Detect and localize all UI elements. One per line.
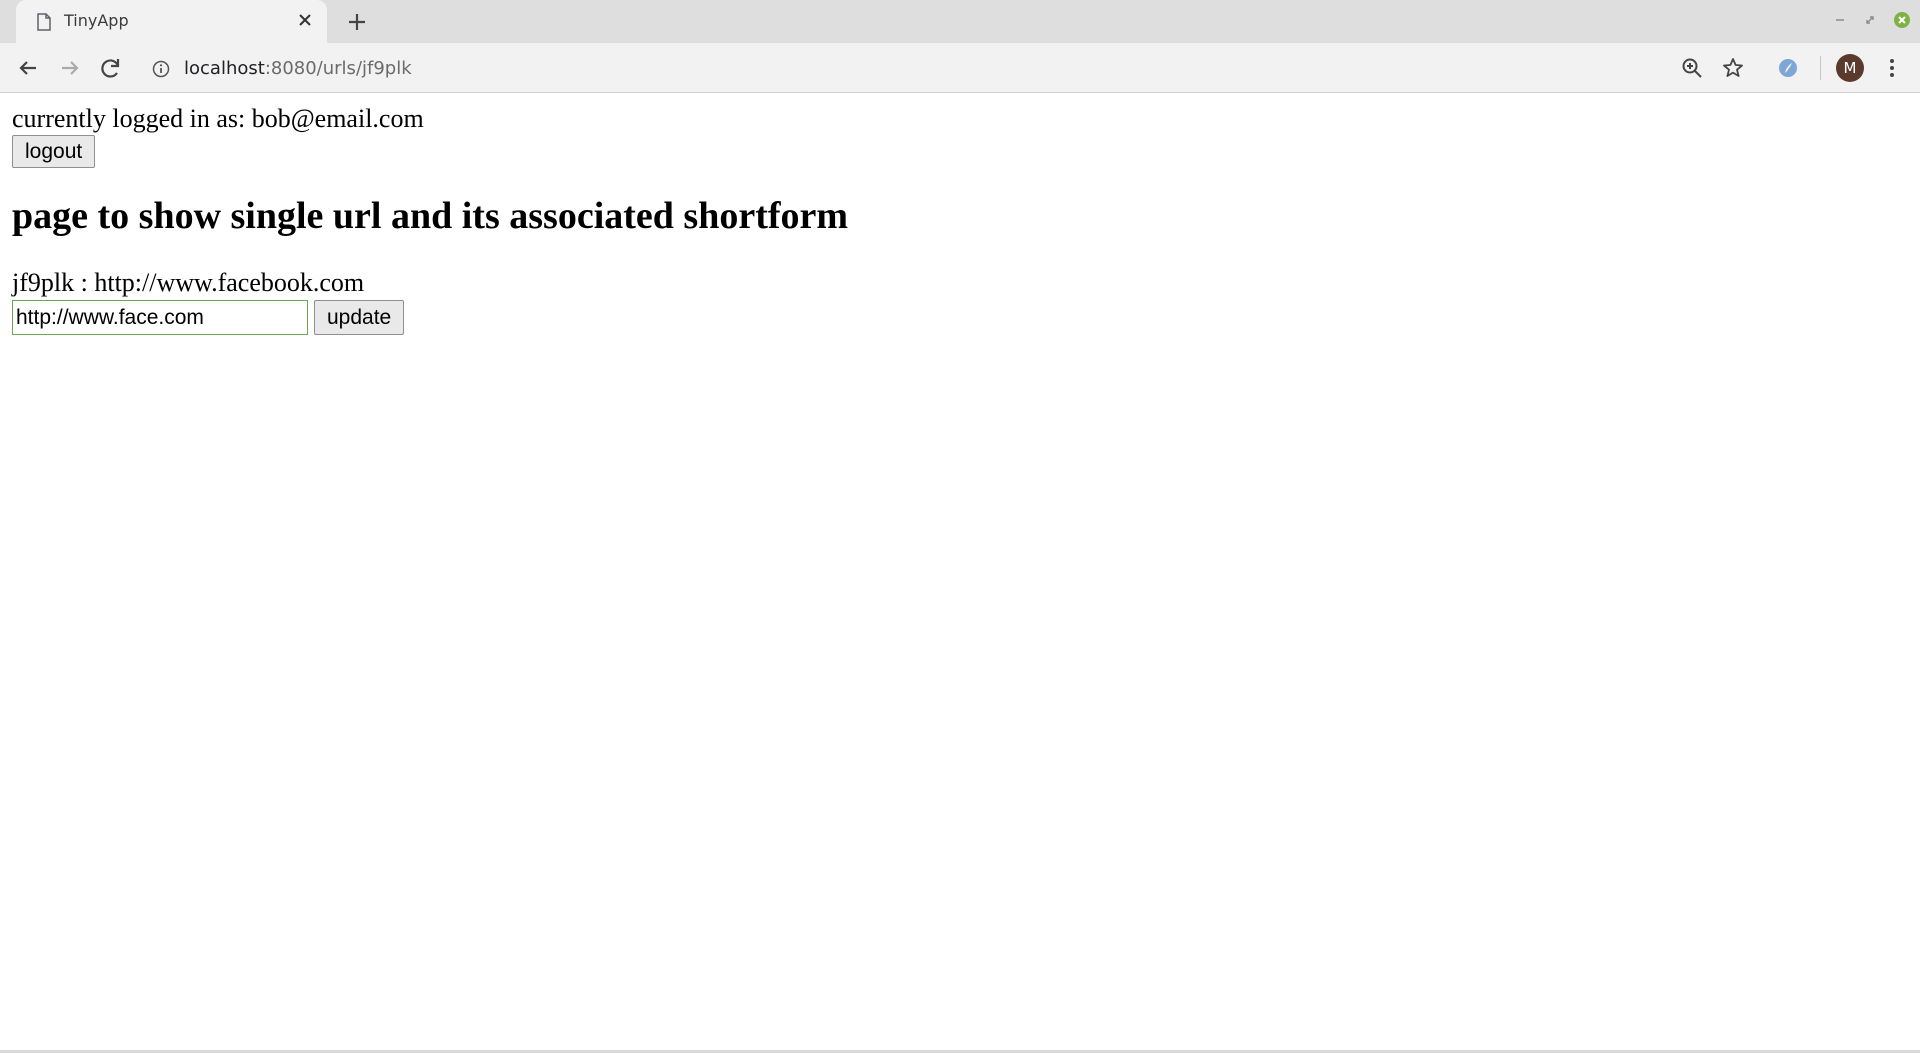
forward-icon[interactable] [56, 54, 84, 82]
browser-toolbar: localhost:8080/urls/jf9plk M [0, 43, 1920, 93]
page-icon [37, 13, 51, 31]
tab-strip: TinyApp [0, 0, 1920, 44]
login-email: bob@email.com [251, 104, 424, 133]
address-bar[interactable]: localhost:8080/urls/jf9plk [140, 49, 1660, 87]
url-path: :8080/urls/jf9plk [264, 58, 412, 79]
info-icon[interactable] [152, 60, 170, 78]
close-tab-icon[interactable] [295, 10, 315, 30]
long-url: http://www.facebook.com [94, 268, 365, 297]
url-host: localhost [184, 58, 265, 79]
page-title: page to show single url and its associat… [12, 195, 849, 237]
login-status: currently logged in as: bob@email.com [12, 104, 1908, 134]
login-prefix: currently logged in as: [12, 104, 252, 133]
zoom-icon[interactable] [1680, 56, 1704, 80]
browser-tab[interactable]: TinyApp [16, 0, 327, 44]
close-window-icon[interactable] [1892, 10, 1912, 30]
restore-icon[interactable] [1860, 10, 1880, 30]
tab-title: TinyApp [64, 11, 129, 30]
url-pair: jf9plk : http://www.facebook.com [12, 268, 1908, 298]
logout-button[interactable]: logout [12, 135, 96, 168]
update-form: update [12, 300, 1908, 335]
update-button[interactable]: update [314, 300, 405, 335]
bookmark-star-icon[interactable] [1721, 56, 1745, 80]
pair-separator: : [74, 268, 95, 297]
url-text: localhost:8080/urls/jf9plk [184, 58, 412, 79]
menu-icon[interactable] [1880, 56, 1904, 80]
extension-icon[interactable] [1776, 56, 1800, 80]
short-code: jf9plk [12, 268, 75, 297]
toolbar-separator [1820, 56, 1821, 80]
new-tab-icon[interactable] [345, 10, 369, 34]
reload-icon[interactable] [97, 54, 125, 82]
back-icon[interactable] [14, 54, 42, 82]
long-url-input[interactable] [12, 300, 308, 335]
profile-avatar[interactable]: M [1836, 54, 1864, 82]
page-content: currently logged in as: bob@email.com lo… [0, 94, 1920, 1050]
minimize-icon[interactable] [1830, 10, 1850, 30]
